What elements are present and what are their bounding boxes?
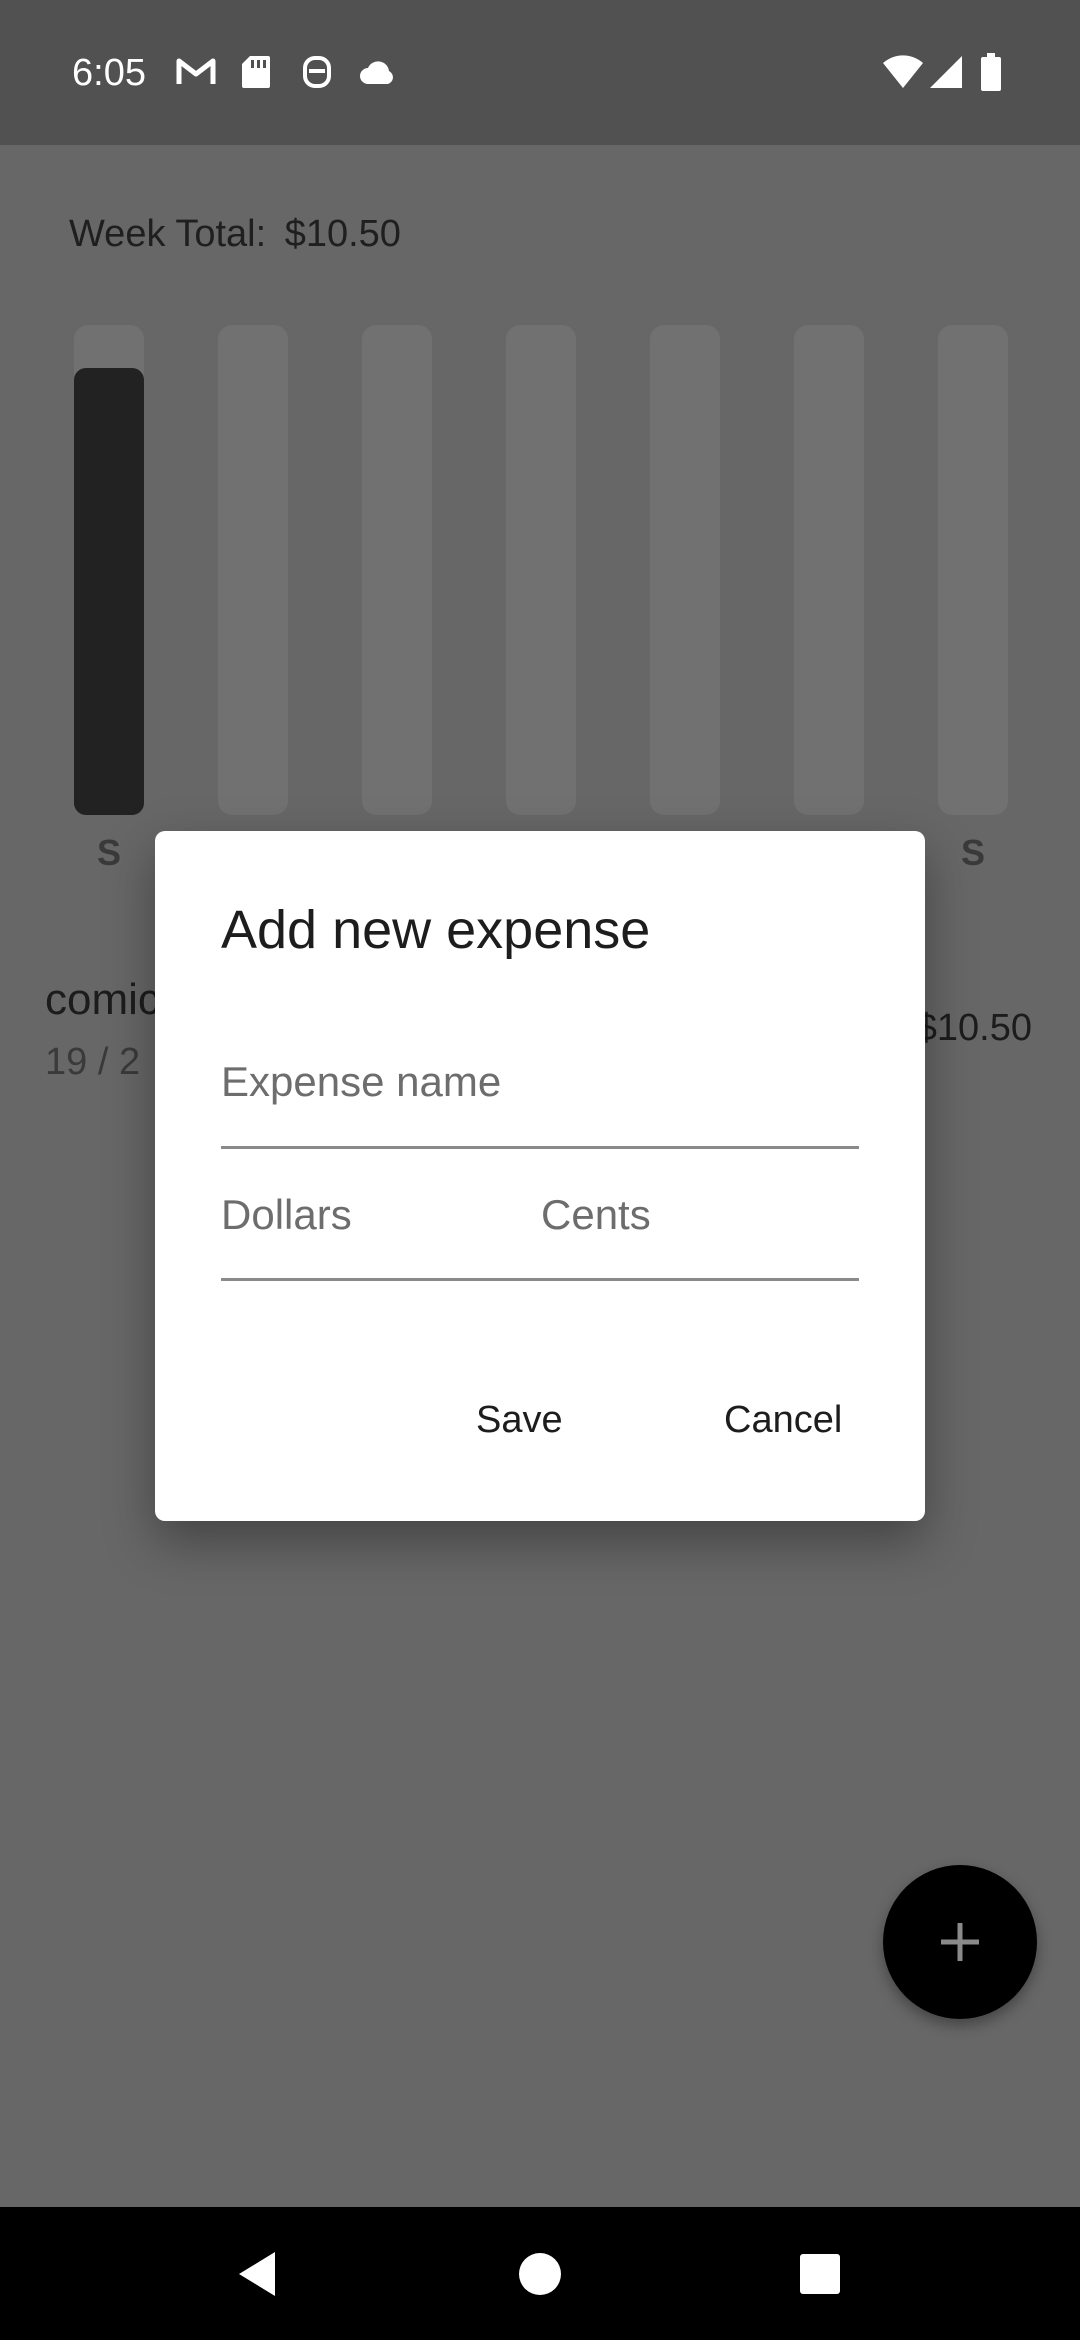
expense-item-name[interactable]: comic (45, 975, 160, 1025)
bar-day-label-6: S (960, 832, 985, 873)
add-expense-button[interactable] (883, 1865, 1037, 2019)
expense-name-field[interactable]: Expense name (221, 1036, 859, 1149)
back-icon (239, 2251, 275, 2296)
week-total-label: Week Total: (69, 213, 267, 255)
week-total-value: $10.50 (284, 213, 401, 255)
dollars-field[interactable]: Dollars (221, 1191, 352, 1239)
bar-day-label-0: S (96, 832, 121, 873)
navigation-bar (0, 2207, 1080, 2340)
bar-fill-0 (74, 368, 144, 815)
bar-track-0 (74, 325, 144, 815)
week-total: Week Total: $10.50 (69, 213, 401, 256)
expense-name-placeholder: Expense name (221, 1058, 502, 1105)
back-button[interactable] (197, 2207, 317, 2340)
home-icon (519, 2252, 561, 2295)
cents-field[interactable]: Cents (541, 1191, 651, 1239)
amount-field: Dollars Cents (221, 1171, 859, 1281)
bar-track-5 (794, 325, 864, 815)
sd-card-icon (240, 52, 272, 92)
battery-icon (980, 52, 1002, 92)
status-time: 6:05 (72, 52, 146, 94)
expense-item-date: 19 / 2 (45, 1041, 141, 1083)
bar-track-4 (650, 325, 720, 815)
bug-icon (300, 52, 334, 92)
save-button[interactable]: Save (476, 1399, 563, 1442)
gmail-icon (176, 52, 216, 92)
bar-track-6 (938, 325, 1008, 815)
weekly-bar-chart: SS (74, 325, 1008, 873)
expense-item-amount: $10.50 (915, 1007, 1032, 1049)
bar-track-3 (506, 325, 576, 815)
signal-icon (928, 52, 964, 92)
bar-track-2 (362, 325, 432, 815)
cancel-button[interactable]: Cancel (724, 1399, 842, 1442)
dialog-title: Add new expense (221, 900, 651, 960)
wifi-icon (882, 52, 924, 92)
recents-icon (800, 2253, 840, 2294)
cloud-icon (358, 52, 398, 92)
bar-track-1 (218, 325, 288, 815)
add-expense-dialog: Add new expense Expense name Dollars Cen… (155, 831, 925, 1521)
home-button[interactable] (480, 2207, 600, 2340)
status-bar: 6:05 (0, 0, 1080, 145)
recents-button[interactable] (760, 2207, 880, 2340)
plus-icon (941, 1923, 979, 1961)
